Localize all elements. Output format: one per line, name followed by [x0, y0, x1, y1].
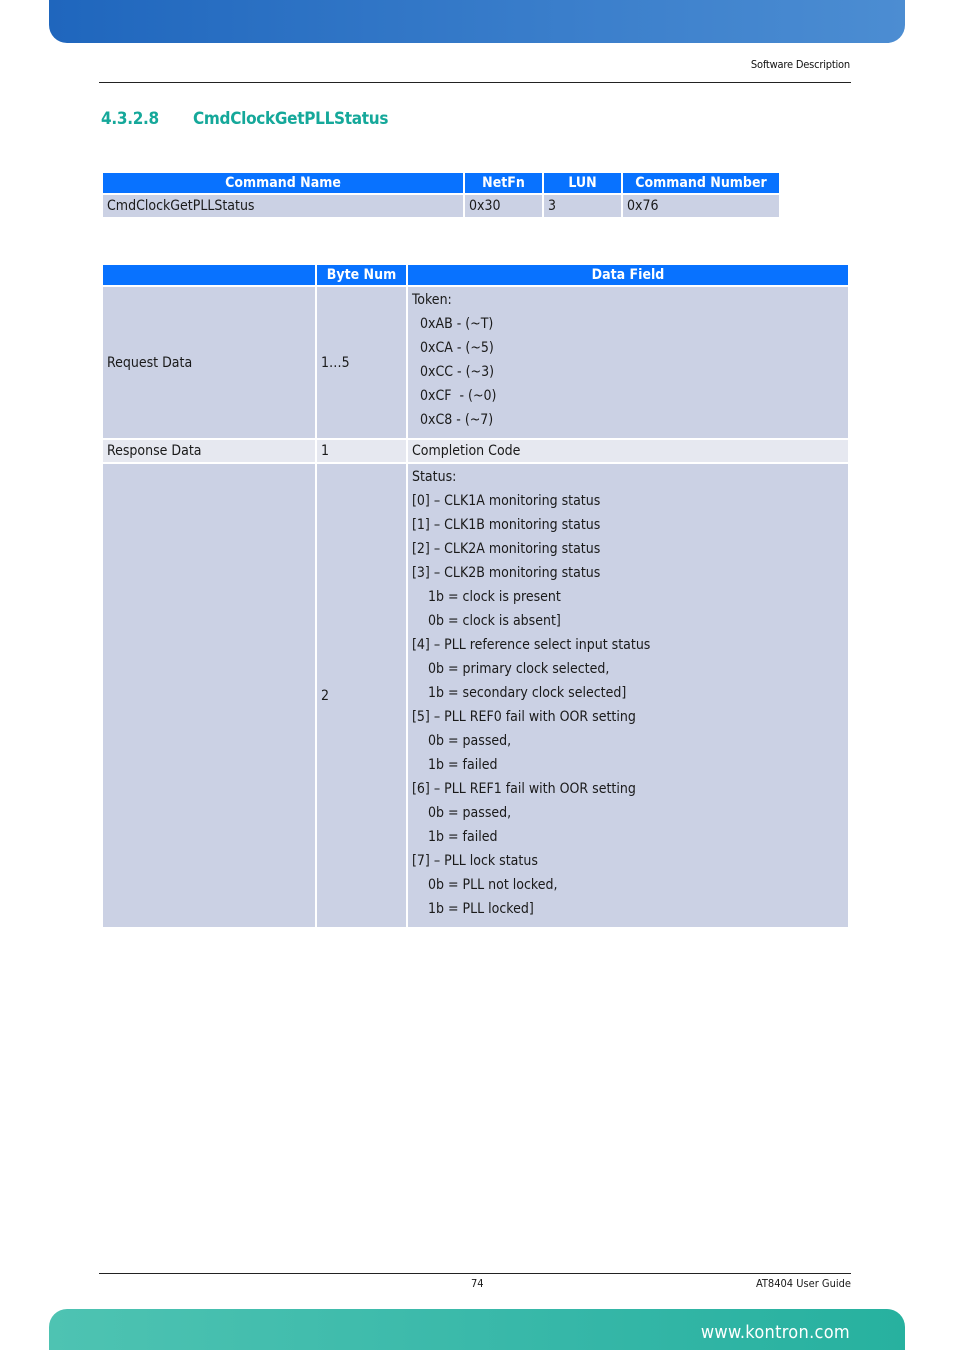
col-byte-num: Byte Num: [317, 265, 406, 285]
cell-netfn: 0x30: [465, 195, 542, 217]
command-table: Command Name NetFn LUN Command Number Cm…: [101, 171, 781, 219]
data-field-line: [3] – CLK2B monitoring status: [412, 565, 601, 581]
data-field-line: [0] – CLK1A monitoring status: [412, 493, 601, 509]
bottom-banner: www.kontron.com: [49, 1309, 905, 1350]
footer-divider: [99, 1273, 851, 1274]
data-field-line: 1b = secondary clock selected]: [412, 685, 627, 701]
data-field-line: [4] – PLL reference select input status: [412, 637, 651, 653]
table-row: Request Data 1…5 Token: 0xAB - (~T) 0xCA…: [103, 287, 848, 438]
document-name: AT8404 User Guide: [755, 1277, 851, 1290]
header-divider: [99, 82, 851, 83]
section-number: 4.3.2.8: [101, 109, 159, 129]
page-number: 74: [471, 1277, 484, 1290]
data-field-line: [5] – PLL REF0 fail with OOR setting: [412, 709, 636, 725]
cell-label: [103, 464, 315, 927]
data-field-line: 0b = passed,: [412, 733, 512, 749]
cell-label: Response Data: [103, 440, 315, 462]
data-field-line: [1] – CLK1B monitoring status: [412, 517, 601, 533]
website-link[interactable]: www.kontron.com: [701, 1322, 850, 1343]
data-field-line: 0b = clock is absent]: [412, 613, 561, 629]
col-lun: LUN: [544, 173, 621, 193]
col-netfn: NetFn: [465, 173, 542, 193]
data-field-line: 1b = failed: [412, 829, 498, 845]
data-field-line: Status:: [412, 469, 457, 485]
col-blank: [103, 265, 315, 285]
table-row: 2 Status: [0] – CLK1A monitoring status [1…: [103, 464, 848, 927]
cell-data-field: Status: [0] – CLK1A monitoring status [1] …: [408, 464, 848, 927]
data-field-line: [7] – PLL lock status: [412, 853, 538, 869]
col-data-field: Data Field: [408, 265, 848, 285]
data-field-line: 1b = PLL locked]: [412, 901, 534, 917]
table-row: CmdClockGetPLLStatus 0x30 3 0x76: [103, 195, 779, 217]
data-field-line: 0b = passed,: [412, 805, 512, 821]
data-field-line: [2] – CLK2A monitoring status: [412, 541, 601, 557]
section-title: 4.3.2.8 CmdClockGetPLLStatus: [101, 109, 389, 129]
cell-byte: 1: [317, 440, 406, 462]
top-banner: [49, 0, 905, 43]
data-table: Byte Num Data Field Request Data 1…5 Tok…: [101, 263, 850, 929]
table-row: Response Data 1 Completion Code: [103, 440, 848, 462]
data-field-line: [6] – PLL REF1 fail with OOR setting: [412, 781, 636, 797]
cell-data-field: Completion Code: [408, 440, 848, 462]
col-command-name: Command Name: [103, 173, 463, 193]
data-field-line: 0xCF - (~0): [412, 388, 497, 404]
data-field-line: 1b = failed: [412, 757, 498, 773]
cell-command-name: CmdClockGetPLLStatus: [103, 195, 463, 217]
data-field-line: 0b = primary clock selected,: [412, 661, 610, 677]
header-section-label: Software Description: [750, 58, 850, 71]
cell-byte: 1…5: [317, 287, 406, 438]
section-name: CmdClockGetPLLStatus: [193, 109, 389, 129]
data-field-line: 0xCA - (~5): [412, 340, 494, 356]
data-field-line: 0xC8 - (~7): [412, 412, 494, 428]
cell-label: Request Data: [103, 287, 315, 438]
cell-data-field: Token: 0xAB - (~T) 0xCA - (~5) 0xCC - (~…: [408, 287, 848, 438]
cell-lun: 3: [544, 195, 621, 217]
col-command-number: Command Number: [623, 173, 779, 193]
data-field-line: Token:: [412, 292, 452, 308]
data-field-line: 0xCC - (~3): [412, 364, 494, 380]
data-field-line: 0xAB - (~T): [412, 316, 494, 332]
cell-byte: 2: [317, 464, 406, 927]
data-field-line: 0b = PLL not locked,: [412, 877, 558, 893]
data-field-line: 1b = clock is present: [412, 589, 561, 605]
cell-command-number: 0x76: [623, 195, 779, 217]
